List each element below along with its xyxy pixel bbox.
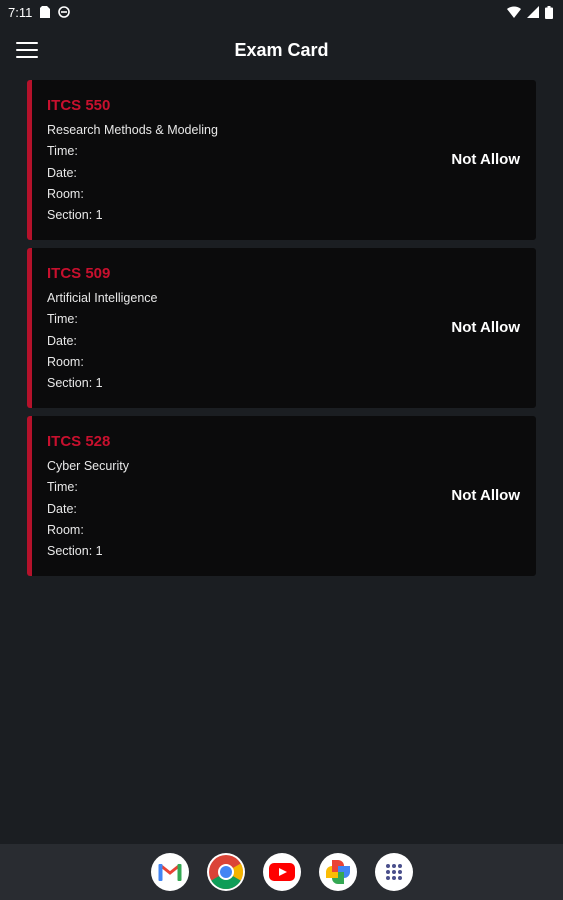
hamburger-menu-icon[interactable] [16,40,38,60]
course-name: Cyber Security [47,459,129,473]
gmail-icon[interactable] [150,853,189,891]
exam-time: Time: [47,480,78,494]
exam-section: Section: 1 [47,208,103,222]
app-bar: Exam Card [0,24,563,76]
clock: 7:11 [8,4,33,20]
exam-time: Time: [47,312,78,326]
course-name: Research Methods & Modeling [47,123,218,137]
exam-section: Section: 1 [47,544,103,558]
permission-status: Not Allow [451,487,520,504]
course-code: ITCS 528 [47,433,111,450]
permission-status: Not Allow [451,319,520,336]
status-bar: 7:11 [0,0,563,24]
exam-room: Room: [47,523,84,537]
exam-room: Room: [47,187,84,201]
exam-date: Date: [47,334,77,348]
cell-signal-icon [527,6,539,18]
do-not-disturb-icon [58,6,71,18]
chrome-icon[interactable] [206,853,245,891]
sim-card-icon [40,6,51,18]
exam-card[interactable]: ITCS 528 Cyber Security Time: Date: Room… [27,416,536,576]
exam-date: Date: [47,166,77,180]
youtube-icon[interactable] [262,853,301,891]
page-title: Exam Card [234,39,329,60]
course-code: ITCS 550 [47,97,111,114]
exam-card[interactable]: ITCS 550 Research Methods & Modeling Tim… [27,80,536,240]
photos-icon[interactable] [318,853,357,891]
exam-card[interactable]: ITCS 509 Artificial Intelligence Time: D… [27,248,536,408]
exam-room: Room: [47,355,84,369]
course-code: ITCS 509 [47,265,111,282]
course-name: Artificial Intelligence [47,291,158,305]
exam-card-list: ITCS 550 Research Methods & Modeling Tim… [27,80,536,584]
battery-icon [545,5,553,19]
exam-time: Time: [47,144,78,158]
exam-section: Section: 1 [47,376,103,390]
exam-date: Date: [47,502,77,516]
wifi-icon [507,6,521,18]
app-drawer-icon[interactable] [374,853,413,891]
permission-status: Not Allow [451,151,520,168]
app-dock [0,844,563,900]
